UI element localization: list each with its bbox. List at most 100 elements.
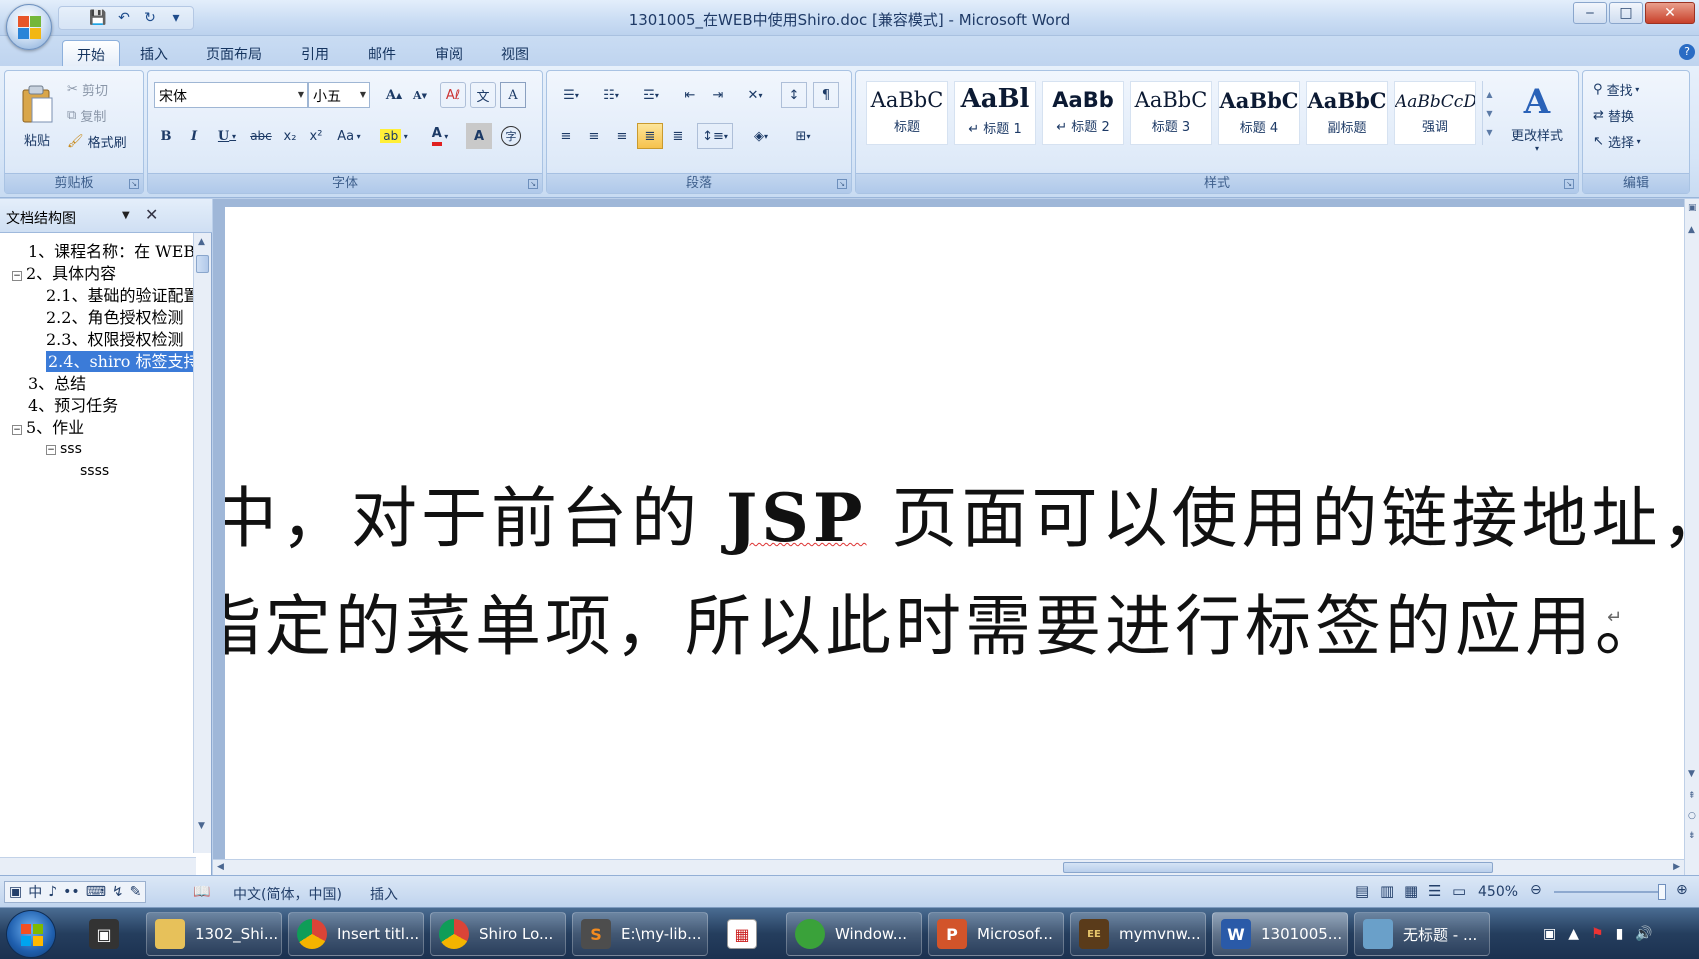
styles-scroll[interactable]: ▲ ▼ ▼ bbox=[1482, 81, 1496, 145]
maximize-button[interactable]: □ bbox=[1609, 2, 1643, 24]
horizontal-scrollbar[interactable]: ◀ ▶ bbox=[213, 859, 1684, 875]
next-page-icon[interactable]: ⇟ bbox=[1688, 831, 1696, 841]
taskbar-button[interactable]: S E:\my-lib... bbox=[572, 912, 708, 956]
tab-insert[interactable]: 插入 bbox=[126, 40, 182, 66]
close-icon[interactable]: ✕ bbox=[145, 205, 158, 224]
collapse-icon[interactable]: − bbox=[12, 425, 22, 435]
taskbar-button[interactable]: 1302_Shi... bbox=[146, 912, 282, 956]
draft-icon[interactable]: ▭ bbox=[1452, 882, 1466, 900]
align-left-icon[interactable]: ≡ bbox=[553, 123, 579, 149]
ime-moon-icon[interactable]: ♪ bbox=[48, 884, 57, 900]
tab-mailings[interactable]: 邮件 bbox=[354, 40, 410, 66]
scrollbar-thumb[interactable] bbox=[196, 255, 209, 273]
taskbar-button[interactable]: Window... bbox=[786, 912, 922, 956]
change-case-button[interactable]: Aa ▾ bbox=[332, 123, 366, 149]
style-heading-4[interactable]: AaBbC 标题 4 bbox=[1218, 81, 1300, 145]
taskbar-button[interactable]: P Microsof... bbox=[928, 912, 1064, 956]
doc-map-item[interactable]: 2.2、角色授权检测 bbox=[46, 307, 183, 328]
proofing-icon[interactable]: 📖 bbox=[193, 884, 210, 900]
flag-icon[interactable]: ⚑ bbox=[1591, 926, 1604, 942]
char-shading-button[interactable]: A bbox=[466, 123, 492, 149]
show-hidden-icons-icon[interactable]: ▲ bbox=[1568, 926, 1579, 942]
previous-page-icon[interactable]: ⇞ bbox=[1688, 791, 1696, 801]
style-heading-3[interactable]: AaBbC 标题 3 bbox=[1130, 81, 1212, 145]
tab-home[interactable]: 开始 bbox=[62, 40, 120, 66]
chevron-right-icon[interactable]: ▶ bbox=[1673, 862, 1680, 872]
ime-settings-icon[interactable]: ✎ bbox=[130, 884, 142, 900]
ime-tool-icon[interactable]: ↯ bbox=[112, 884, 124, 900]
underline-button[interactable]: U ▾ bbox=[210, 123, 244, 149]
zoom-level[interactable]: 450% bbox=[1478, 884, 1518, 900]
phonetic-guide-button[interactable]: 文 bbox=[470, 82, 496, 108]
chevron-up-icon[interactable]: ▲ bbox=[198, 237, 205, 247]
collapse-icon[interactable]: − bbox=[12, 271, 22, 281]
copy-button[interactable]: ⧉ 复制 bbox=[67, 103, 106, 127]
font-name-select[interactable]: 宋体 ▼ bbox=[154, 82, 308, 108]
dialog-launcher-icon[interactable]: ↘ bbox=[837, 179, 847, 189]
enclose-char-button[interactable]: 字 bbox=[498, 123, 524, 149]
taskbar-button[interactable]: Shiro Lo... bbox=[430, 912, 566, 956]
cut-button[interactable]: ✂ 剪切 bbox=[67, 77, 108, 101]
insert-mode-status[interactable]: 插入 bbox=[370, 884, 398, 904]
paste-button[interactable]: 粘贴 bbox=[15, 77, 59, 155]
tab-review[interactable]: 审阅 bbox=[421, 40, 477, 66]
start-button[interactable] bbox=[6, 910, 56, 958]
select-browse-object-icon[interactable]: ○ bbox=[1688, 811, 1696, 821]
doc-map-item[interactable]: 2.3、权限授权检测 bbox=[46, 329, 183, 350]
scrollbar-thumb[interactable] bbox=[1063, 862, 1493, 873]
char-border-button[interactable]: A bbox=[500, 82, 526, 108]
bold-button[interactable]: B bbox=[154, 123, 178, 149]
vertical-scrollbar[interactable]: ▣ ▲ ▼ ⇞ ○ ⇟ bbox=[1684, 199, 1699, 875]
web-layout-icon[interactable]: ▦ bbox=[1404, 882, 1418, 900]
multilevel-list-button[interactable]: ☲ ▾ bbox=[633, 82, 669, 108]
superscript-button[interactable]: x² bbox=[304, 123, 328, 149]
full-screen-reading-icon[interactable]: ▥ bbox=[1380, 882, 1394, 900]
font-color-button[interactable]: A ▾ bbox=[420, 123, 460, 149]
zoom-slider[interactable] bbox=[1554, 891, 1666, 893]
change-styles-button[interactable]: A 更改样式 ▾ bbox=[1504, 77, 1570, 161]
grow-font-button[interactable]: A ▲ bbox=[382, 82, 406, 108]
outline-icon[interactable]: ☰ bbox=[1428, 882, 1441, 900]
style-heading-1[interactable]: AaBl ↵ 标题 1 bbox=[954, 81, 1036, 145]
doc-map-item[interactable]: 2.1、基础的验证配置 bbox=[46, 285, 196, 306]
taskbar-button[interactable]: 无标题 - ... bbox=[1354, 912, 1490, 956]
doc-map-item[interactable]: 1、课程名称：在 WEB bbox=[28, 241, 195, 262]
ime-menu-icon[interactable]: ▣ bbox=[9, 884, 22, 900]
chevron-down-icon[interactable]: ▼ bbox=[198, 821, 205, 831]
doc-map-item-selected[interactable]: 2.4、shiro 标签支持 bbox=[46, 351, 196, 372]
zoom-in-icon[interactable]: ⊕ bbox=[1676, 882, 1688, 898]
help-icon[interactable]: ? bbox=[1679, 44, 1695, 60]
doc-map-item[interactable]: 4、预习任务 bbox=[28, 395, 118, 416]
doc-map-item[interactable]: −2、具体内容 bbox=[12, 263, 116, 284]
ime-mode[interactable]: 中 bbox=[28, 882, 42, 902]
chevron-up-icon[interactable]: ▲ bbox=[1688, 225, 1695, 235]
style-subtitle[interactable]: AaBbC 副标题 bbox=[1306, 81, 1388, 145]
tab-page-layout[interactable]: 页面布局 bbox=[192, 40, 276, 66]
office-button[interactable] bbox=[6, 4, 52, 50]
doc-map-item[interactable]: −5、作业 bbox=[12, 417, 84, 438]
align-center-icon[interactable]: ≡ bbox=[581, 123, 607, 149]
ime-punct-icon[interactable]: •• bbox=[63, 884, 80, 900]
dialog-launcher-icon[interactable]: ↘ bbox=[1564, 179, 1574, 189]
style-title[interactable]: AaBbC 标题 bbox=[866, 81, 948, 145]
clear-format-icon[interactable]: Aℓ bbox=[440, 82, 466, 108]
taskbar-button-active[interactable]: W 1301005... bbox=[1212, 912, 1348, 956]
strikethrough-button[interactable]: abc bbox=[248, 123, 274, 149]
ime-tray-icon[interactable]: ▣ bbox=[1543, 926, 1556, 942]
subscript-button[interactable]: x₂ bbox=[278, 123, 302, 149]
replace-button[interactable]: ⇄ 替换 bbox=[1593, 103, 1634, 127]
sort-icon[interactable]: ↕ bbox=[781, 82, 807, 108]
ruler-toggle-icon[interactable]: ▣ bbox=[1688, 203, 1697, 213]
zoom-out-icon[interactable]: ⊖ bbox=[1530, 882, 1542, 898]
format-painter-button[interactable]: 🖌 格式刷 bbox=[67, 129, 127, 153]
zoom-slider-knob[interactable] bbox=[1658, 884, 1666, 900]
pinned-app[interactable]: ▣ bbox=[80, 912, 140, 956]
tab-references[interactable]: 引用 bbox=[287, 40, 343, 66]
font-size-select[interactable]: 小五 ▼ bbox=[308, 82, 370, 108]
style-heading-2[interactable]: AaBb ↵ 标题 2 bbox=[1042, 81, 1124, 145]
document-map-hscrollbar[interactable] bbox=[0, 857, 196, 875]
select-button[interactable]: ↖ 选择 ▾ bbox=[1593, 129, 1641, 153]
italic-button[interactable]: I bbox=[182, 123, 206, 149]
keyboard-icon[interactable]: ⌨ bbox=[86, 884, 106, 900]
chevron-down-icon[interactable]: ▼ bbox=[1688, 769, 1695, 779]
